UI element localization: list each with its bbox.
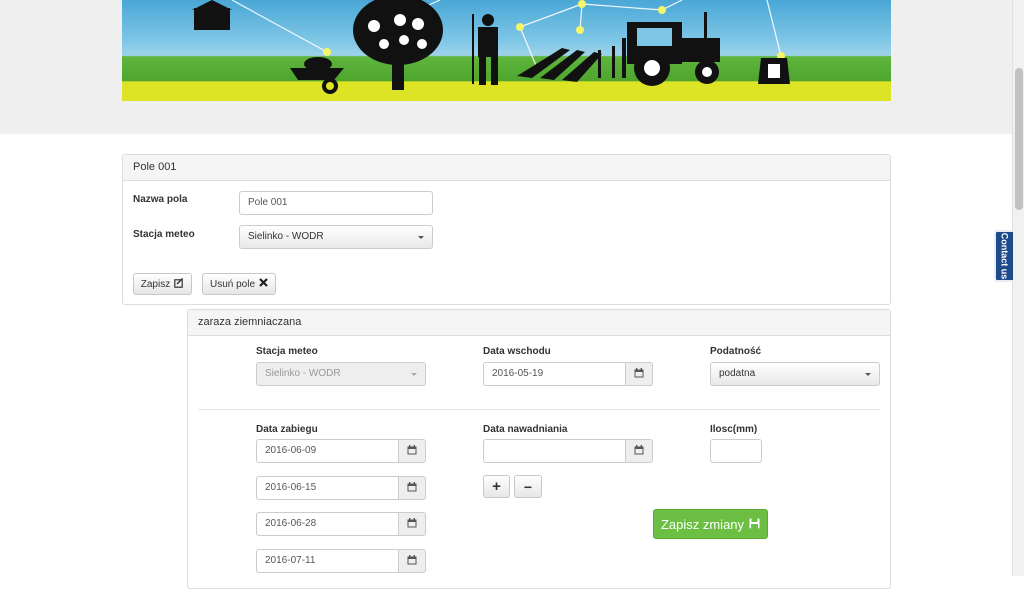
calendar-icon (634, 444, 644, 458)
caret-down-icon (865, 373, 871, 376)
field-name-label: Nazwa pola (133, 194, 188, 205)
delete-field-label: Usuń pole (209, 278, 256, 290)
treatment-date-input[interactable]: 2016-06-15 (256, 476, 399, 500)
section-divider (198, 409, 880, 410)
treatment-date-input[interactable]: 2016-07-11 (256, 549, 399, 573)
treatment-date-input[interactable]: 2016-06-28 (256, 512, 399, 536)
calendar-icon (407, 554, 417, 568)
field-name-input[interactable]: Pole 001 (239, 191, 433, 215)
times-icon (259, 278, 268, 290)
save-changes-button[interactable]: Zapisz zmiany (653, 509, 768, 539)
disease-panel: zaraza ziemniaczana Stacja meteo Data ws… (187, 309, 891, 589)
plus-icon: + (492, 478, 501, 495)
save-changes-label: Zapisz zmiany (660, 516, 745, 532)
calendar-button[interactable] (399, 512, 426, 536)
caret-down-icon (418, 236, 424, 239)
susceptibility-label: Podatność (710, 346, 762, 357)
contact-us-tab[interactable]: Contact us (994, 230, 1013, 282)
treatment-date-input[interactable]: 2016-06-09 (256, 439, 399, 463)
minus-icon: − (523, 478, 533, 495)
scrollbar-thumb[interactable] (1015, 68, 1023, 210)
treatment-date-picker: 2016-07-11 (256, 549, 426, 573)
calendar-icon (407, 481, 417, 495)
save-field-button[interactable]: Zapisz (133, 273, 192, 295)
emergence-date-picker: 2016-05-19 (483, 362, 653, 386)
floppy-icon (749, 517, 760, 532)
calendar-button[interactable] (626, 439, 653, 463)
amount-input[interactable] (710, 439, 762, 463)
susceptibility-value: podatna (719, 368, 756, 379)
farm-banner (122, 0, 891, 101)
treatment-date-label: Data zabiegu (256, 424, 318, 435)
susceptibility-select[interactable]: podatna (710, 362, 880, 386)
delete-field-button[interactable]: Usuń pole (202, 273, 276, 295)
treatment-date-picker: 2016-06-09 (256, 439, 426, 463)
treatment-date-picker: 2016-06-28 (256, 512, 426, 536)
field-station-value: Sielinko - WODR (248, 231, 324, 242)
irrigation-date-label: Data nawadniania (483, 424, 568, 435)
disease-station-value: Sielinko - WODR (265, 368, 341, 379)
field-panel-title: Pole 001 (123, 155, 890, 181)
irrigation-date-input[interactable] (483, 439, 626, 463)
disease-station-label: Stacja meteo (256, 346, 318, 357)
calendar-icon (407, 444, 417, 458)
remove-irrigation-button[interactable]: − (514, 475, 542, 498)
field-station-label: Stacja meteo (133, 229, 195, 240)
calendar-icon (407, 517, 417, 531)
edit-icon (174, 277, 184, 291)
amount-label: Ilosc(mm) (710, 424, 758, 435)
calendar-button[interactable] (399, 476, 426, 500)
save-field-label: Zapisz (140, 278, 171, 290)
calendar-button[interactable] (626, 362, 653, 386)
disease-panel-title: zaraza ziemniaczana (188, 310, 890, 336)
caret-down-icon (411, 373, 417, 376)
contact-us-label: Contact us (999, 232, 1010, 280)
field-station-select[interactable]: Sielinko - WODR (239, 225, 433, 249)
calendar-button[interactable] (399, 549, 426, 573)
page-scrollbar[interactable] (1012, 0, 1024, 576)
disease-station-select[interactable]: Sielinko - WODR (256, 362, 426, 386)
add-irrigation-button[interactable]: + (483, 475, 510, 498)
irrigation-date-picker (483, 439, 653, 463)
calendar-icon (634, 367, 644, 381)
treatment-date-picker: 2016-06-15 (256, 476, 426, 500)
emergence-date-label: Data wschodu (483, 346, 551, 357)
field-panel: Pole 001 Nazwa pola Pole 001 Stacja mete… (122, 154, 891, 305)
calendar-button[interactable] (399, 439, 426, 463)
emergence-date-input[interactable]: 2016-05-19 (483, 362, 626, 386)
